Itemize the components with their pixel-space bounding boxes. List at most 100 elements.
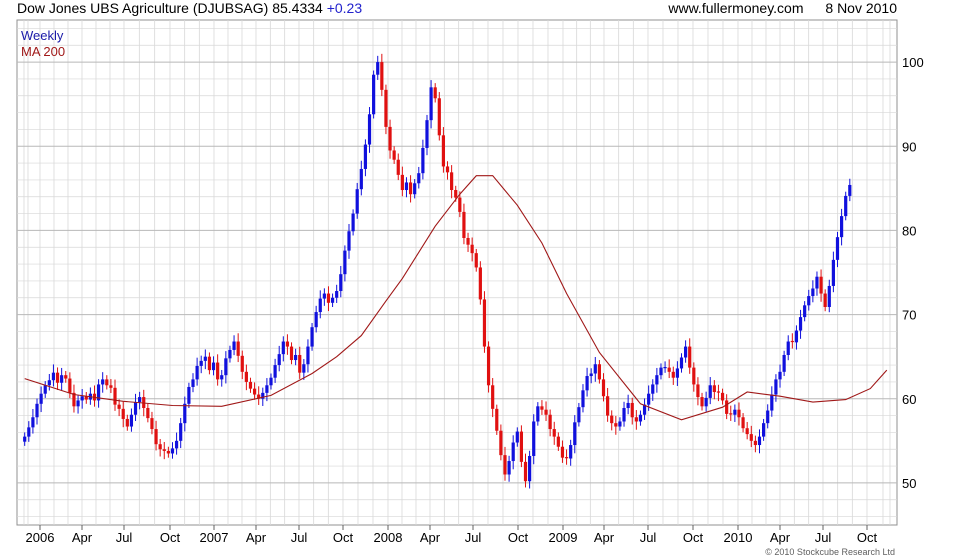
candle-down: [113, 387, 117, 405]
candle-up: [39, 393, 43, 404]
candle-up: [848, 184, 852, 196]
candle-up: [355, 189, 359, 214]
candle-up: [413, 183, 417, 195]
candle-up: [618, 421, 622, 427]
candle-up: [807, 296, 811, 306]
candle-down: [725, 400, 729, 414]
candle-up: [659, 367, 663, 376]
candle-up: [573, 422, 577, 446]
candle-down: [486, 346, 491, 386]
candle-down: [450, 172, 454, 191]
candle-down: [790, 340, 794, 343]
y-tick-label: 90: [902, 139, 916, 154]
candle-down: [121, 408, 125, 419]
candle-up: [794, 330, 799, 343]
candle-up: [339, 274, 343, 292]
candle-down: [445, 166, 450, 173]
candle-down: [298, 354, 302, 373]
legend-weekly: Weekly: [21, 28, 64, 43]
candle-up: [228, 349, 232, 359]
candle-up: [203, 356, 207, 361]
candle-up: [798, 317, 803, 331]
x-tick-label: Apr: [72, 530, 93, 545]
x-tick-label: 2006: [26, 530, 55, 545]
candle-down: [166, 450, 170, 454]
candle-down: [741, 417, 745, 429]
candle-up: [647, 393, 651, 405]
candle-down: [64, 375, 68, 379]
candle-up: [511, 442, 515, 462]
y-tick-label: 50: [902, 476, 916, 491]
candle-up: [786, 341, 790, 355]
candle-up: [199, 360, 203, 366]
candle-up: [577, 407, 581, 423]
candle-up: [593, 364, 597, 374]
price-chart: 50 60 70 80 90 100 2006 Apr Jul Oct 2007 Apr Jul Oct 2…: [16, 19, 924, 557]
candle-up: [651, 384, 655, 394]
candle-down: [466, 237, 470, 245]
candle-up: [43, 385, 47, 394]
x-tick-label: 2010: [724, 530, 753, 545]
candle-up: [183, 403, 187, 424]
candle-up: [782, 354, 786, 372]
candle-down: [396, 159, 400, 175]
candle-up: [515, 431, 519, 443]
candle-up: [306, 346, 310, 365]
candle-up: [310, 327, 314, 347]
candle-up: [733, 409, 737, 415]
candle-down: [216, 362, 220, 380]
candle-down: [823, 293, 827, 308]
x-tick-label: Jul: [116, 530, 133, 545]
x-tick-label: Jul: [815, 530, 832, 545]
candle-down: [753, 440, 757, 446]
candle-down: [482, 299, 487, 347]
candle-up: [35, 403, 39, 418]
candle-up: [191, 379, 195, 387]
candle-up: [269, 377, 273, 386]
candle-down: [700, 397, 704, 407]
candle-down: [248, 381, 253, 389]
candle-down: [154, 429, 158, 445]
candle-down: [503, 455, 507, 475]
candle-up: [376, 62, 380, 75]
candle-down: [556, 436, 560, 447]
candle-down: [634, 417, 638, 422]
candle-up: [839, 216, 844, 238]
candle-down: [380, 62, 384, 90]
candle-down: [55, 372, 60, 383]
candle-up: [626, 402, 630, 409]
candle-up: [343, 250, 347, 275]
candle-down: [548, 414, 552, 430]
candle-up: [359, 168, 363, 190]
candle-down: [458, 197, 462, 212]
x-tick-label: Oct: [683, 530, 704, 545]
candle-down: [523, 461, 528, 482]
candle-up: [655, 375, 659, 385]
candle-down: [614, 423, 618, 427]
candle-up: [294, 354, 298, 361]
candle-up: [417, 173, 421, 184]
candle-up: [757, 436, 762, 446]
candle-up: [421, 147, 425, 174]
candle-up: [815, 276, 819, 289]
candle-down: [433, 87, 437, 99]
candle-down: [150, 418, 154, 430]
candle-up: [101, 379, 105, 385]
candle-down: [671, 371, 675, 378]
candle-down: [326, 293, 331, 303]
candle-down: [207, 356, 212, 371]
candle-down: [564, 457, 569, 459]
candle-up: [585, 376, 589, 391]
copyright-text: © 2010 Stockcube Research Ltd: [765, 547, 895, 557]
candle-up: [679, 357, 684, 369]
candle-up: [536, 406, 540, 422]
candle-down: [384, 89, 388, 127]
y-tick-label: 100: [902, 55, 924, 70]
candle-down: [745, 428, 749, 435]
candle-down: [519, 431, 524, 462]
candle-down: [470, 244, 474, 254]
candle-up: [322, 293, 326, 299]
candle-up: [174, 440, 179, 449]
candle-down: [392, 150, 396, 160]
x-tick-label: Oct: [508, 530, 529, 545]
